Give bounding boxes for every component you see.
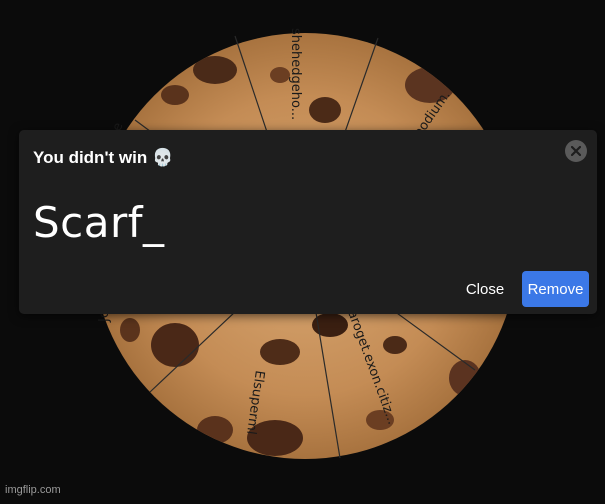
close-icon: [571, 146, 581, 156]
remove-button[interactable]: Remove: [522, 271, 589, 307]
dialog-title-text: You didn't win: [33, 148, 148, 167]
dialog-title: You didn't win 💀: [33, 148, 173, 168]
skull-icon: 💀: [152, 148, 174, 167]
wheel-label-1: shehedgeho...: [288, 28, 303, 120]
watermark: imgflip.com: [5, 484, 61, 496]
close-button[interactable]: Close: [459, 272, 511, 306]
winner-name: Scarf_: [33, 198, 165, 247]
dialog-close-x-button[interactable]: [565, 140, 587, 162]
result-dialog: You didn't win 💀 Scarf_ Close Remove: [19, 130, 597, 314]
